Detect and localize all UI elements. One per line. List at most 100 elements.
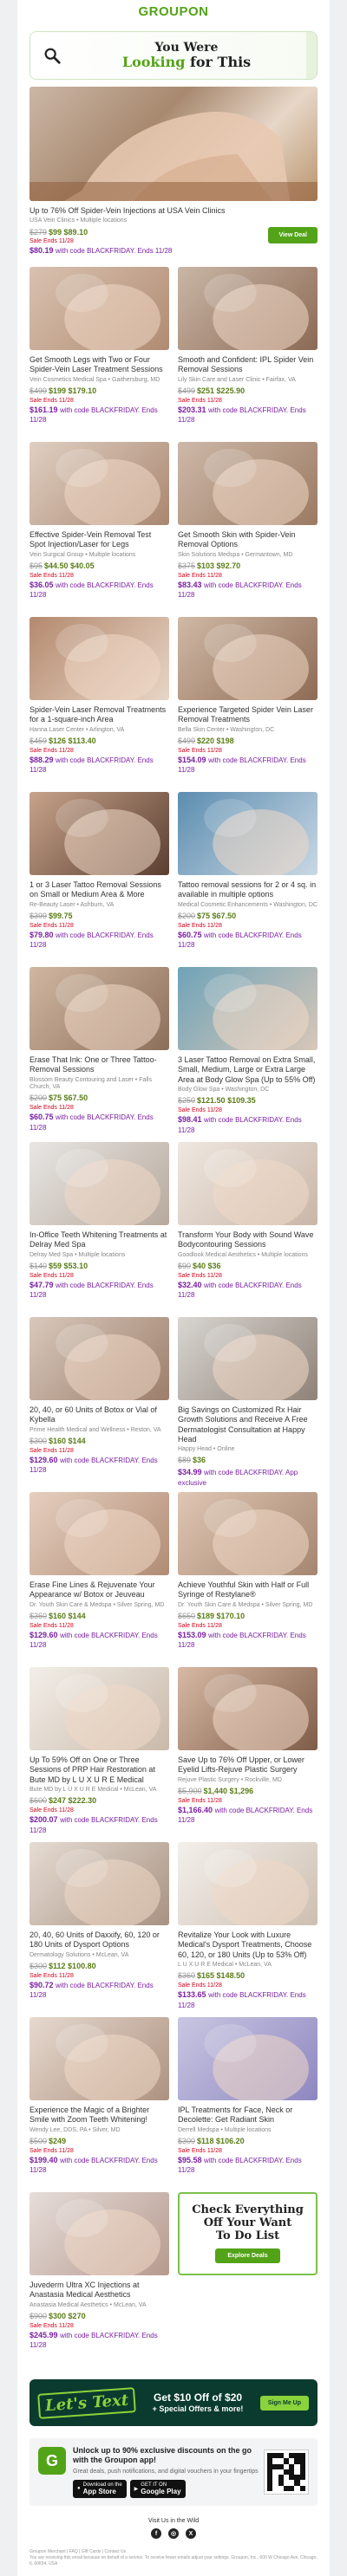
deal-card[interactable]: Get Smooth Legs with Two or Four Spider-… — [29, 267, 169, 442]
deal-title[interactable]: Tattoo removal sessions for 2 or 4 sq. i… — [178, 880, 318, 900]
deal-card[interactable]: Erase That Ink: One or Three Tattoo-Remo… — [29, 967, 169, 1142]
sale-price: $247 $222.30 — [49, 1796, 97, 1806]
sms-signup-banner[interactable]: Let's Text Get $10 Off of $20 + Special … — [29, 2379, 318, 2427]
deal-title[interactable]: 1 or 3 Laser Tattoo Removal Sessions on … — [29, 880, 169, 900]
deal-image[interactable] — [29, 617, 169, 701]
deal-title[interactable]: Get Smooth Skin with Spider-Vein Removal… — [178, 530, 318, 550]
featured-deal-title[interactable]: Up to 76% Off Spider-Vein Injections at … — [29, 206, 318, 216]
deal-image[interactable] — [29, 2192, 169, 2276]
instagram-icon[interactable]: ◎ — [168, 2528, 179, 2540]
sms-offer-sub: + Special Offers & more! — [152, 2404, 244, 2413]
deal-card[interactable]: 3 Laser Tattoo Removal on Extra Small, S… — [178, 967, 318, 1142]
deal-card[interactable]: Smooth and Confident: IPL Spider Vein Re… — [178, 267, 318, 442]
deal-card[interactable]: Up To 59% Off on One or Three Sessions o… — [29, 1667, 169, 1842]
deal-image[interactable] — [178, 1317, 318, 1401]
deal-image[interactable] — [29, 1492, 169, 1576]
deal-title[interactable]: Juvederm Ultra XC Injections at Anastasi… — [29, 2281, 169, 2300]
deal-title[interactable]: Erase Fine Lines & Rejuvenate Your Appea… — [29, 1580, 169, 1600]
deal-image[interactable] — [178, 1492, 318, 1576]
deal-card[interactable]: Juvederm Ultra XC Injections at Anastasi… — [29, 2192, 169, 2367]
deal-title[interactable]: Get Smooth Legs with Two or Four Spider-… — [29, 355, 169, 375]
todo-promo-card[interactable]: Check Everything Off Your Want To Do List E… — [178, 2192, 318, 2367]
deal-title[interactable]: IPL Treatments for Face, Neck or Decolet… — [178, 2106, 318, 2125]
deal-image[interactable] — [178, 1667, 318, 1751]
deal-prices: $95 $44.50 $40.05 — [29, 561, 169, 572]
deal-card[interactable]: Effective Spider-Vein Removal Test Spot … — [29, 442, 169, 617]
deal-image[interactable] — [178, 267, 318, 351]
deal-title[interactable]: Effective Spider-Vein Removal Test Spot … — [29, 530, 169, 550]
featured-deal-image[interactable] — [29, 87, 318, 201]
deal-image[interactable] — [29, 792, 169, 876]
explore-deals-button[interactable]: Explore Deals — [215, 2248, 280, 2263]
app-store-badge[interactable]: ● Download on the App Store — [73, 2479, 127, 2498]
deal-card[interactable]: Experience Targeted Spider Vein Laser Re… — [178, 617, 318, 792]
deal-title[interactable]: 20, 40, 60 Units of Daxxify, 60, 120 or … — [29, 1930, 169, 1950]
deal-title[interactable]: Revitalize Your Look with Luxure Medical… — [178, 1930, 318, 1960]
todo-promo[interactable]: Check Everything Off Your Want To Do List E… — [178, 2192, 318, 2276]
deal-image[interactable] — [178, 967, 318, 1051]
deal-card[interactable]: IPL Treatments for Face, Neck or Decolet… — [178, 2017, 318, 2192]
deal-merchant: Wendy Lee, DDS, PA • Silver, MD — [29, 2126, 121, 2133]
deal-card[interactable]: 1 or 3 Laser Tattoo Removal Sessions on … — [29, 792, 169, 967]
deal-merchant: Re-Beauty Laser • Ashburn, VA — [29, 901, 115, 908]
promo-code-price: $32.40 with code BLACKFRIDAY. Ends 11/28 — [178, 1281, 318, 1301]
google-play-badge[interactable]: ▶ GET IT ON Google Play — [129, 2479, 186, 2498]
deal-card[interactable]: Achieve Youthful Skin with Half or Full … — [178, 1492, 318, 1667]
deal-title[interactable]: Smooth and Confident: IPL Spider Vein Re… — [178, 355, 318, 375]
deal-title[interactable]: Transform Your Body with Sound Wave Body… — [178, 1230, 318, 1250]
footer-links[interactable]: Groupon Merchant | FAQ | Gift Cards | Co… — [29, 2549, 318, 2555]
deal-image[interactable] — [178, 617, 318, 701]
deal-title[interactable]: Big Savings on Customized Rx Hair Growth… — [178, 1405, 318, 1444]
deal-card[interactable]: Save Up to 76% Off Upper, or Lower Eyeli… — [178, 1667, 318, 1842]
deal-merchant: Dr. Youth Skin Care & Medspa • Silver Sp… — [29, 1601, 165, 1608]
sale-price: $75 $67.50 — [197, 911, 237, 920]
deal-image[interactable] — [178, 792, 318, 876]
deal-image[interactable] — [29, 1667, 169, 1751]
deal-title[interactable]: Experience the Magic of a Brighter Smile… — [29, 2106, 169, 2125]
deal-title[interactable]: 20, 40, or 60 Units of Botox or Vial of … — [29, 1405, 169, 1425]
sale-ends: Sale Ends 11/28 — [29, 2147, 74, 2154]
deal-card[interactable]: Tattoo removal sessions for 2 or 4 sq. i… — [178, 792, 318, 967]
deal-card[interactable]: Experience the Magic of a Brighter Smile… — [29, 2017, 169, 2192]
deal-title[interactable]: In-Office Teeth Whitening Treatments at … — [29, 1230, 169, 1250]
deal-title[interactable]: Save Up to 76% Off Upper, or Lower Eyeli… — [178, 1755, 318, 1775]
deal-card[interactable]: 20, 40, or 60 Units of Botox or Vial of … — [29, 1317, 169, 1492]
deal-image[interactable] — [29, 267, 169, 351]
deal-image[interactable] — [178, 1842, 318, 1926]
deal-card[interactable]: In-Office Teeth Whitening Treatments at … — [29, 1142, 169, 1317]
deal-image[interactable] — [29, 442, 169, 526]
deal-image[interactable] — [178, 442, 318, 526]
deal-card[interactable]: Get Smooth Skin with Spider-Vein Removal… — [178, 442, 318, 617]
deal-title[interactable]: 3 Laser Tattoo Removal on Extra Small, S… — [178, 1055, 318, 1085]
sign-me-up-button[interactable]: Sign Me Up — [259, 2395, 309, 2411]
deal-card[interactable]: Big Savings on Customized Rx Hair Growth… — [178, 1317, 318, 1492]
deal-image[interactable] — [29, 967, 169, 1051]
deal-card[interactable]: Transform Your Body with Sound Wave Body… — [178, 1142, 318, 1317]
view-deal-button[interactable]: View Deal — [268, 227, 318, 243]
deal-image[interactable] — [29, 1142, 169, 1226]
deal-title[interactable]: Achieve Youthful Skin with Half or Full … — [178, 1580, 318, 1600]
original-price: $499 — [29, 386, 48, 395]
deal-image[interactable] — [29, 1842, 169, 1926]
deal-card[interactable]: Erase Fine Lines & Rejuvenate Your Appea… — [29, 1492, 169, 1667]
sale-price: $189 $170.10 — [197, 1611, 246, 1620]
qr-code[interactable] — [264, 2449, 309, 2495]
deal-card[interactable]: Spider-Vein Laser Removal Treatments for… — [29, 617, 169, 792]
deal-title[interactable]: Experience Targeted Spider Vein Laser Re… — [178, 705, 318, 725]
featured-deal[interactable]: Up to 76% Off Spider-Vein Injections at … — [29, 87, 318, 256]
x-icon[interactable]: X — [186, 2528, 196, 2540]
deal-image[interactable] — [178, 2017, 318, 2101]
deal-image[interactable] — [29, 1317, 169, 1401]
deal-title[interactable]: Erase That Ink: One or Three Tattoo-Remo… — [29, 1055, 169, 1075]
deal-card[interactable]: 20, 40, 60 Units of Daxxify, 60, 120 or … — [29, 1842, 169, 2017]
deal-title[interactable]: Up To 59% Off on One or Three Sessions o… — [29, 1755, 169, 1785]
deal-title[interactable]: Spider-Vein Laser Removal Treatments for… — [29, 705, 169, 725]
groupon-logo[interactable]: GROUPON — [138, 4, 208, 19]
deal-card[interactable]: Revitalize Your Look with Luxure Medical… — [178, 1842, 318, 2017]
facebook-icon[interactable]: f — [151, 2528, 161, 2540]
deal-image[interactable] — [29, 2017, 169, 2101]
deal-image[interactable] — [178, 1142, 318, 1226]
promo-code-price: $129.60 with code BLACKFRIDAY. Ends 11/2… — [29, 1631, 169, 1651]
deal-merchant: Blossom Beauty Contouring and Laser • Fa… — [29, 1076, 152, 1090]
deal-prices: $459 $126 $113.40 — [29, 736, 169, 747]
